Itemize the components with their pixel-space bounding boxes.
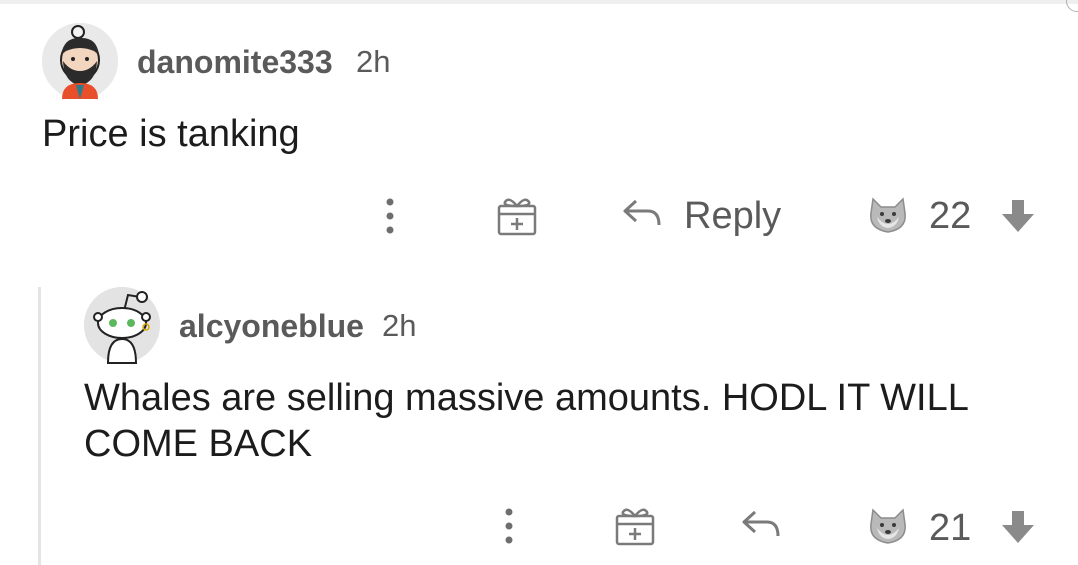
more-vertical-icon[interactable] — [501, 508, 517, 549]
user-avatar[interactable] — [42, 23, 118, 99]
downvote-arrow-icon[interactable] — [1000, 509, 1036, 550]
user-avatar[interactable] — [84, 287, 160, 364]
reply-button[interactable]: Reply — [684, 195, 781, 238]
thread-line[interactable] — [38, 287, 41, 565]
reply-arrow-icon[interactable] — [622, 198, 662, 233]
vote-score: 21 — [929, 507, 972, 549]
top-divider — [0, 0, 1078, 4]
corner-badge-icon — [1066, 0, 1078, 12]
reply-arrow-icon[interactable] — [741, 509, 781, 544]
timestamp: 2h — [382, 308, 417, 343]
gift-award-icon[interactable] — [615, 506, 655, 551]
gift-award-icon[interactable] — [497, 196, 537, 241]
doge-upvote-icon[interactable] — [867, 506, 909, 551]
doge-upvote-icon[interactable] — [867, 195, 909, 240]
username[interactable]: danomite333 — [137, 44, 333, 81]
timestamp: 2h — [356, 44, 391, 79]
more-vertical-icon[interactable] — [382, 198, 398, 239]
username[interactable]: alcyoneblue — [179, 308, 364, 345]
downvote-arrow-icon[interactable] — [1000, 198, 1036, 239]
comment-body: Whales are selling massive amounts. HODL… — [84, 377, 968, 465]
vote-score: 22 — [929, 195, 972, 237]
comment-body: Price is tanking — [42, 113, 300, 155]
